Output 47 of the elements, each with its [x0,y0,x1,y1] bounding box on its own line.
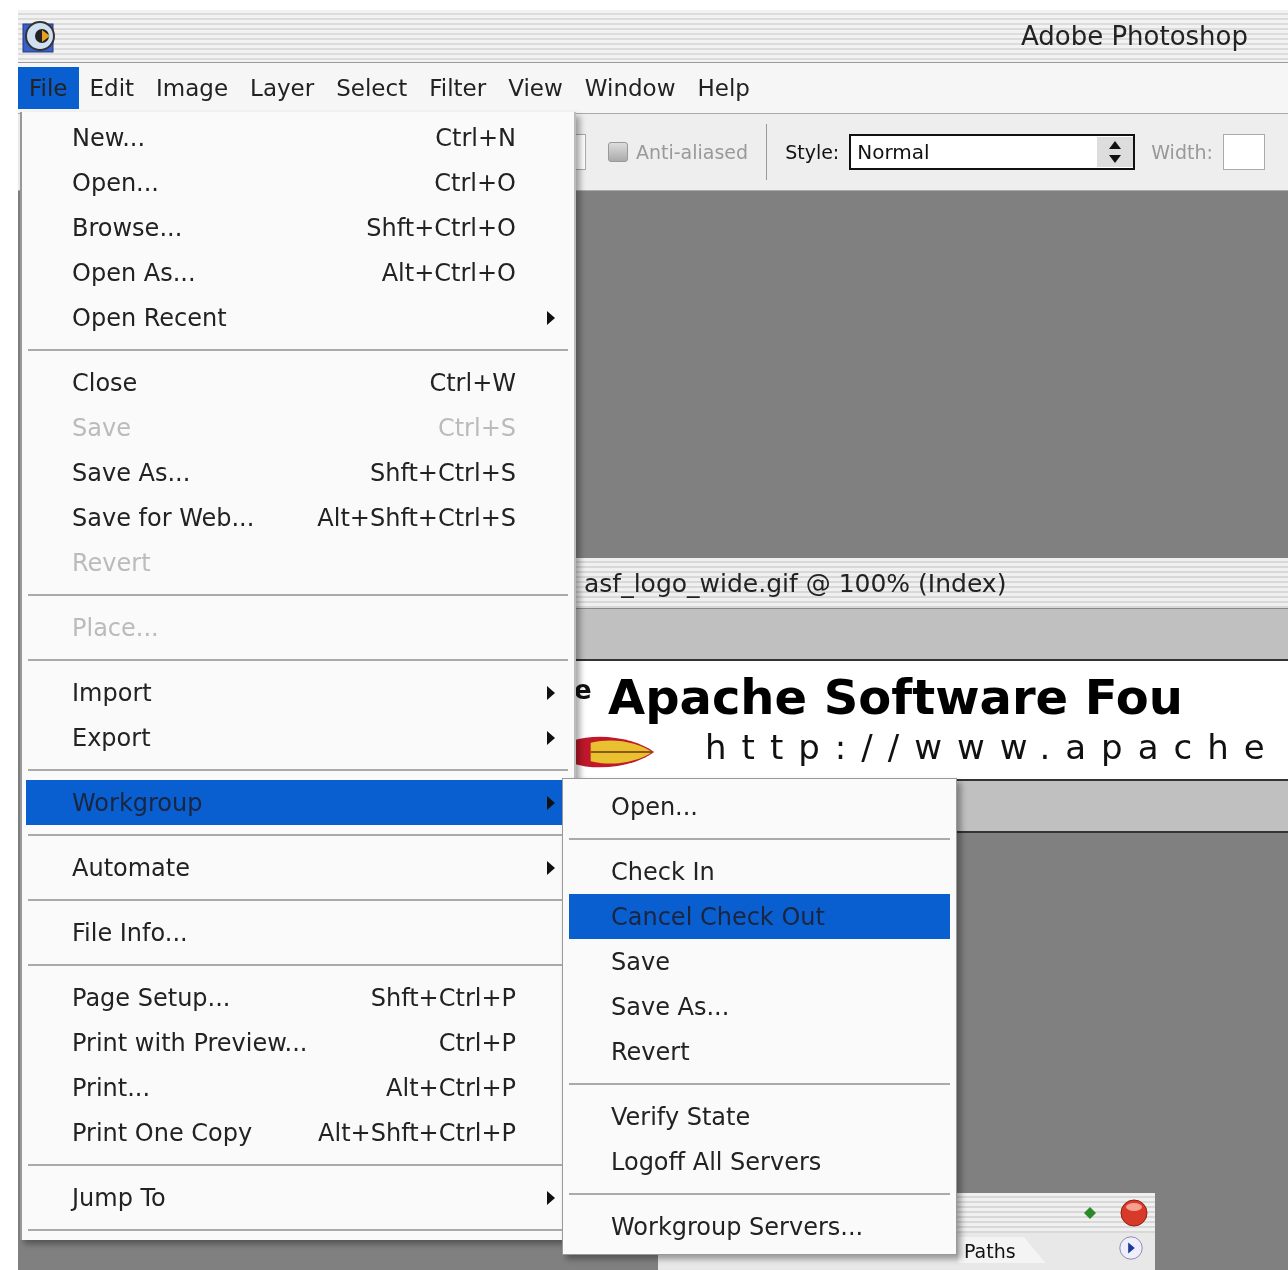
menu-item[interactable]: Filter [418,67,498,109]
document-title: asf_logo_wide.gif @ 100% (Index) [584,568,1007,598]
width-label: Width: [1151,141,1213,163]
submenu-arrow-icon [546,309,556,326]
menu-item[interactable]: Check In [569,849,950,894]
width-field[interactable] [1222,134,1265,170]
stepper-icon [1097,137,1134,167]
menu-item[interactable]: Browse... Shft+Ctrl+O [26,205,570,250]
menu-item[interactable]: Open Recent [26,295,570,340]
submenu-arrow-icon [546,729,556,746]
window-title: Adobe Photoshop [1020,21,1248,51]
menu-item[interactable]: Open... [569,784,950,829]
style-label: Style: [785,141,840,163]
submenu-arrow-icon [546,684,556,701]
logo-url: http://www.apache [705,727,1280,767]
menu-item[interactable]: Revert [569,1029,950,1074]
menu-item[interactable]: Import [26,670,570,715]
submenu-arrow-icon [546,859,556,876]
logo-heading: Apache Software Fou [608,669,1183,725]
submenu-arrow-icon [546,1189,556,1206]
arrow-button-icon[interactable] [1117,1234,1145,1262]
menu-item[interactable]: View [497,67,574,109]
menu-item[interactable]: Open... Ctrl+O [26,160,570,205]
submenu-arrow-icon [546,794,556,811]
menu-item[interactable]: Layer [239,67,326,109]
menu-item[interactable]: Save for Web... Alt+Shft+Ctrl+S [26,495,570,540]
palette-tab[interactable]: Paths [958,1237,1046,1263]
menu-item[interactable]: Save As... Shft+Ctrl+S [26,450,570,495]
menu-item[interactable]: New... Ctrl+N [26,115,570,160]
menu-item[interactable]: Window [573,67,687,109]
menu-item[interactable]: Logoff All Servers [569,1139,950,1184]
checkbox-label: Anti-aliased [636,141,749,163]
close-icon[interactable] [1119,1198,1149,1228]
menu-item[interactable]: Edit [78,67,146,109]
menu-item[interactable]: Save [569,939,950,984]
menu-item[interactable]: Open As... Alt+Ctrl+O [26,250,570,295]
diamond-icon[interactable] [1083,1206,1097,1220]
menu-item[interactable]: Close Ctrl+W [26,360,570,405]
menu-item[interactable]: Workgroup Servers... [569,1204,950,1249]
logo-text: e [574,675,592,705]
menu-item[interactable]: Verify State [569,1094,950,1139]
style-dropdown[interactable]: Normal [849,134,1136,170]
menu-item[interactable]: Export [26,715,570,760]
menu-item[interactable]: Select [325,67,419,109]
menu-item[interactable]: Image [145,67,240,109]
menu-item[interactable]: Save As... [569,984,950,1029]
menu-item[interactable]: Help [686,67,761,109]
